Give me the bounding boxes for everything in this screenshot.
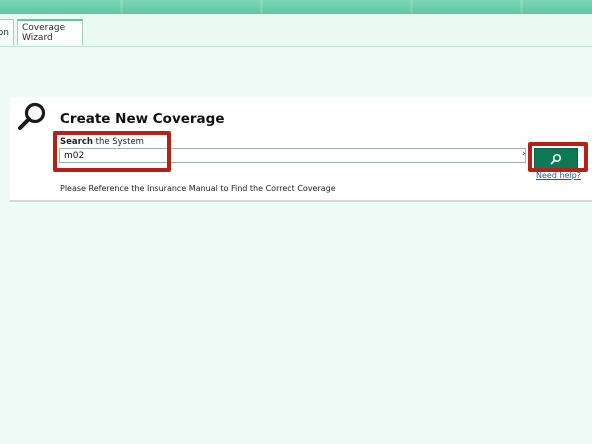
search-input[interactable] <box>59 148 526 163</box>
search-icon <box>550 153 562 164</box>
search-button[interactable] <box>534 148 578 169</box>
tab-partial[interactable]: ion <box>0 19 14 45</box>
search-icon <box>18 102 46 130</box>
search-label-bold: Search <box>60 137 93 147</box>
need-help-link[interactable]: Need help? <box>536 171 581 180</box>
tab-coverage-wizard-label: Coverage Wizard <box>22 23 66 43</box>
reference-text: Please Reference the Insurance Manual to… <box>60 184 336 193</box>
tab-partial-label: ion <box>0 27 9 38</box>
page-title: Create New Coverage <box>60 111 225 127</box>
top-banner <box>0 0 592 15</box>
search-label: Search the System <box>60 137 144 147</box>
tab-bar: ion Coverage Wizard <box>0 14 592 47</box>
tab-coverage-wizard[interactable]: Coverage Wizard <box>17 19 83 45</box>
create-coverage-panel: Create New Coverage Search the System › … <box>10 97 592 202</box>
chevron-right-icon: › <box>522 149 526 159</box>
search-label-rest: the System <box>92 137 144 147</box>
